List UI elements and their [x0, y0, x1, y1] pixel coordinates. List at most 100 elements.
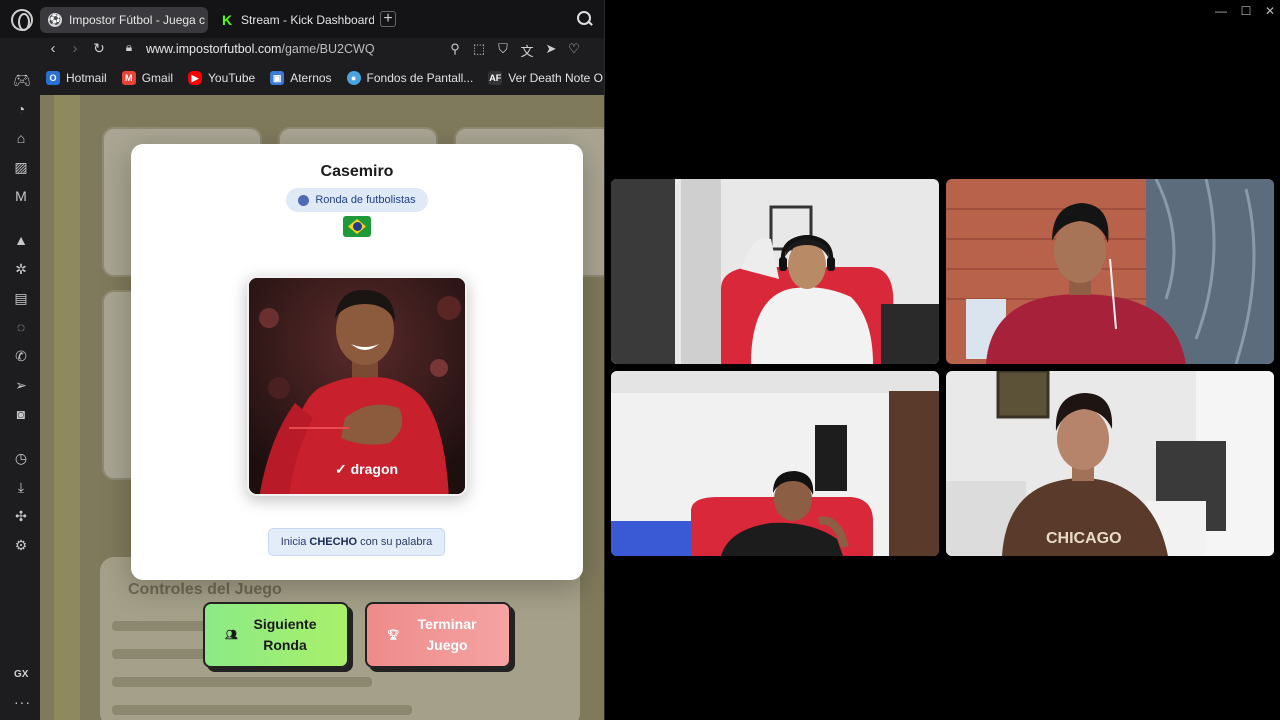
pin-icon[interactable]: ⚲ — [447, 41, 463, 57]
bookmark-death-note[interactable]: AF Ver Death Note O... — [488, 71, 604, 85]
history-icon[interactable]: ◷ — [13, 450, 29, 466]
bg-text-line — [112, 677, 372, 687]
new-tab-plus-icon[interactable]: + — [380, 11, 396, 27]
starter-suffix: con su palabra — [360, 536, 433, 548]
participant-video-3 — [611, 371, 939, 556]
aternos-icon: ▣ — [270, 71, 285, 85]
gx-mods-icon[interactable]: M — [13, 188, 29, 204]
gmail-icon: M — [121, 71, 136, 85]
bookmark-fondos[interactable]: ● Fondos de Pantall... — [346, 71, 474, 85]
next-round-button[interactable]: 👥︎ Siguiente Ronda — [203, 602, 349, 668]
page-viewport: Controles del Juego Casemiro Ronda de fu… — [40, 95, 604, 720]
url-host: www.impostorfutbol.com — [146, 42, 282, 56]
af-icon: AF — [488, 71, 503, 85]
aria-icon[interactable]: ▲ — [13, 232, 29, 248]
tab-impostor-futbol[interactable]: ⚽ Impostor Fútbol - Juega c — [40, 7, 208, 33]
opera-gx-logo-icon[interactable] — [11, 9, 33, 31]
round-badge: Ronda de futbolistas — [286, 188, 428, 212]
shield-icon[interactable]: ⛉ — [495, 41, 511, 57]
wallpaper-icon[interactable]: ▨ — [13, 159, 29, 175]
store-icon[interactable]: ⌂ — [13, 130, 29, 146]
more-dots-icon[interactable]: ··· — [14, 694, 31, 710]
downloads-icon[interactable]: ⤓ — [13, 479, 29, 495]
close-icon[interactable]: ✕ — [1263, 4, 1277, 18]
snapshot-icon[interactable]: ⬚ — [471, 41, 487, 57]
participant-tile-4[interactable]: CHICAGO — [946, 371, 1274, 556]
forward-arrow-icon[interactable]: › — [66, 40, 84, 57]
player-photo-illustration: ✓ dragon — [249, 278, 465, 494]
participant-tile-2[interactable] — [946, 179, 1274, 364]
page-bg-strip — [54, 95, 80, 720]
url-field[interactable]: www.impostorfutbol.com/game/BU2CWQ — [146, 42, 375, 56]
address-bar: ‹ › ↻ 🔒︎ www.impostorfutbol.com/game/BU2… — [0, 38, 604, 62]
users-icon: 👥︎ — [225, 630, 238, 641]
soccer-ball-icon — [298, 194, 310, 206]
bookmark-label: Gmail — [141, 71, 174, 85]
maximize-icon[interactable]: ☐ — [1239, 4, 1253, 18]
translate-icon[interactable]: 文 — [519, 41, 535, 60]
starter-prefix: Inicia — [280, 536, 307, 548]
participant-tile-3[interactable] — [611, 371, 939, 556]
bookmark-label: YouTube — [208, 71, 256, 85]
telegram-icon[interactable]: ➢ — [13, 377, 29, 393]
tab-label: Stream - Kick Dashboard — [241, 13, 374, 27]
brazil-flag-icon — [343, 216, 371, 237]
end-game-label: Terminar Juego — [417, 616, 477, 653]
end-game-button[interactable]: 🏆︎ Terminar Juego — [365, 602, 511, 668]
tab-bar: ⚽ Impostor Fútbol - Juega c K Stream - K… — [0, 0, 604, 38]
starter-notice: Inicia CHECHO con su palabra — [268, 528, 445, 556]
outlook-icon: O — [46, 71, 60, 85]
bookmark-label: Fondos de Pantall... — [366, 71, 474, 85]
settings-gear-icon[interactable]: ⚙ — [13, 537, 29, 553]
kick-icon: K — [220, 12, 234, 28]
bg-text-line — [112, 705, 412, 715]
player-photo: ✓ dragon — [247, 276, 467, 496]
discord-icon[interactable]: ◙ — [13, 406, 29, 422]
trophy-icon: 🏆︎ — [387, 630, 400, 641]
screen: ⚽ Impostor Fútbol - Juega c K Stream - K… — [0, 0, 1280, 720]
messenger-icon[interactable]: ◌ — [13, 319, 29, 335]
tab-search-icon[interactable] — [577, 11, 593, 27]
whatsapp-icon[interactable]: ✆ — [13, 348, 29, 364]
lock-icon: 🔒︎ — [125, 40, 133, 54]
participant-tile-1[interactable] — [611, 179, 939, 364]
soccer-ball-icon: ⚽ — [48, 13, 62, 27]
browser-window: ⚽ Impostor Fútbol - Juega c K Stream - K… — [0, 0, 604, 720]
shirt-sponsor-text: ✓ dragon — [335, 461, 398, 477]
player-name: Casemiro — [320, 163, 394, 180]
speedometer-icon[interactable]: ◔ — [13, 101, 29, 117]
bg-controls-title: Controles del Juego — [128, 581, 282, 598]
round-label: Ronda de futbolistas — [315, 194, 416, 206]
bookmark-gmail[interactable]: M Gmail — [121, 71, 174, 85]
send-icon[interactable]: ➤ — [543, 41, 559, 57]
bookmark-label: Aternos — [290, 71, 332, 85]
participant-video-1 — [611, 179, 939, 364]
reload-icon[interactable]: ↻ — [90, 40, 108, 57]
youtube-icon: ▶ — [188, 71, 203, 85]
url-path: /game/BU2CWQ — [281, 42, 375, 56]
starter-name: CHECHO — [309, 536, 358, 548]
shirt-print: CHICAGO — [1046, 530, 1122, 547]
gamepad-icon[interactable]: 🎮︎ — [13, 72, 31, 88]
video-call-window: — ☐ ✕ CHICAGO — [604, 0, 1280, 720]
extensions-icon[interactable]: ✣ — [13, 508, 29, 524]
bookmark-label: Ver Death Note O... — [508, 71, 604, 85]
browser-sidebar: 🎮︎ ◔ ⌂ ▨ M ▲ ✲ ▤ ◌ ✆ ➢ ◙ ◷ ⤓ ✣ ⚙ GX ··· — [0, 62, 40, 720]
next-round-label: Siguiente Ronda — [253, 616, 317, 653]
bookmark-youtube[interactable]: ▶ YouTube — [188, 71, 255, 85]
eye-icon: ● — [346, 71, 361, 85]
bookmarks-bar: O Hotmail M Gmail ▶ YouTube ▣ Aternos ● Fondo… — [40, 66, 604, 90]
heart-icon[interactable]: ♡ — [566, 41, 582, 57]
participant-video-2 — [946, 179, 1274, 364]
player-card-modal: Casemiro Ronda de futbolistas ✓ dragon I… — [131, 144, 583, 580]
tab-label: Impostor Fútbol - Juega c — [69, 13, 206, 27]
back-arrow-icon[interactable]: ‹ — [44, 40, 62, 57]
bookmark-hotmail[interactable]: O Hotmail — [46, 71, 107, 85]
gx-label[interactable]: GX — [14, 669, 28, 680]
tab-kick-dashboard[interactable]: K Stream - Kick Dashboard — [212, 7, 374, 33]
twitch-icon[interactable]: ▤ — [13, 290, 29, 306]
bookmark-aternos[interactable]: ▣ Aternos — [270, 71, 332, 85]
participant-video-4: CHICAGO — [946, 371, 1274, 556]
minimize-icon[interactable]: — — [1214, 4, 1228, 18]
chatgpt-icon[interactable]: ✲ — [13, 261, 29, 277]
